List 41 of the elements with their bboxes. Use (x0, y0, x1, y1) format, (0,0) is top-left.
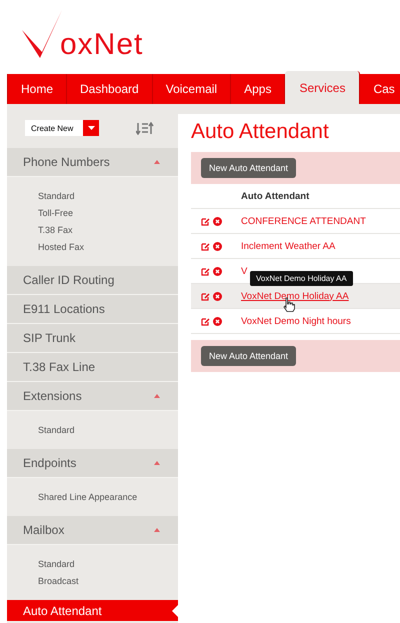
sidebar-item[interactable]: SIP Trunk (7, 324, 178, 353)
sidebar-item[interactable]: Phone Numbers (7, 148, 178, 177)
auto-attendant-link[interactable]: CONFERENCE ATTENDANT (241, 216, 366, 226)
logo: oxNet (60, 28, 144, 62)
sidebar-subitem[interactable]: Standard (38, 425, 75, 435)
delete-icon[interactable] (213, 316, 222, 326)
sidebar-item[interactable]: Mailbox (7, 516, 178, 545)
new-auto-attendant-button[interactable]: New Auto Attendant (201, 158, 296, 178)
sidebar-item[interactable]: Caller ID Routing (7, 266, 178, 295)
sidebar-subitem[interactable]: Hosted Fax (38, 242, 84, 252)
sidebar-item[interactable]: Extensions (7, 382, 178, 411)
delete-icon[interactable] (213, 216, 222, 226)
tooltip: VoxNet Demo Holiday AA (250, 270, 353, 286)
delete-icon[interactable] (213, 266, 222, 276)
sidebar-item[interactable]: E911 Locations (7, 295, 178, 324)
nav-tab[interactable]: Services (285, 71, 360, 104)
column-header: Auto Attendant (241, 190, 310, 202)
edit-icon[interactable] (201, 266, 210, 276)
sidebar-subitem[interactable]: Shared Line Appearance (38, 492, 138, 502)
sidebar-item[interactable]: Endpoints (7, 449, 178, 478)
auto-attendant-link[interactable]: VoxNet Demo Night hours (241, 316, 351, 326)
sidebar-subitem[interactable]: Standard (38, 191, 75, 201)
sidebar-subitem[interactable]: Standard (38, 559, 75, 569)
page-title: Auto Attendant (191, 120, 330, 144)
caret-icon (88, 126, 95, 130)
edit-icon[interactable] (201, 316, 210, 326)
delete-icon[interactable] (213, 242, 222, 250)
sidebar-subitem[interactable]: Broadcast (38, 576, 79, 586)
sidebar-item[interactable]: T.38 Fax Line (7, 353, 178, 382)
edit-icon[interactable] (201, 242, 210, 250)
auto-attendant-link[interactable]: V (241, 266, 248, 276)
delete-icon[interactable] (213, 292, 222, 300)
auto-attendant-link[interactable]: Inclement Weather AA (241, 240, 336, 252)
edit-icon[interactable] (201, 216, 210, 226)
edit-icon[interactable] (201, 292, 210, 300)
create-new-select[interactable]: Create New (25, 120, 100, 136)
sidebar-subitem[interactable]: Toll-Free (38, 208, 74, 218)
sort-icon[interactable] (136, 122, 154, 134)
new-auto-attendant-button[interactable]: New Auto Attendant (201, 346, 296, 366)
sidebar-subitem[interactable]: T.38 Fax (38, 225, 73, 235)
sidebar-item[interactable]: Auto Attendant (7, 600, 178, 622)
